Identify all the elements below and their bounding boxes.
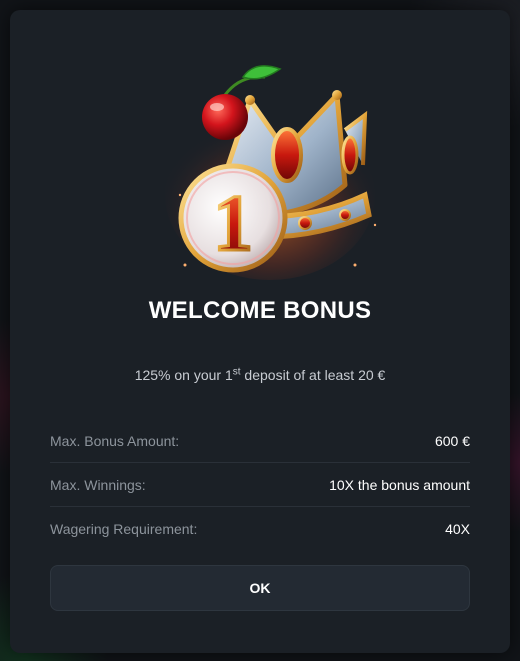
detail-label: Wagering Requirement: [50, 520, 198, 537]
bonus-illustration: 1 [155, 55, 385, 285]
bonus-details: Max. Bonus Amount: 600 € Max. Winnings: … [50, 419, 470, 550]
detail-row-max-bonus: Max. Bonus Amount: 600 € [50, 419, 470, 463]
coin-number: 1 [213, 180, 253, 268]
detail-value: 600 € [434, 432, 470, 449]
ok-button[interactable]: OK [50, 565, 470, 611]
welcome-bonus-modal: 1 WELCOME BONUS 125% on your 1st deposit… [10, 10, 510, 653]
crown-cherry-coin-icon: 1 [165, 65, 377, 280]
bonus-description-superscript: st [232, 366, 241, 378]
bonus-description: 125% on your 1st deposit of at least 20 … [10, 367, 510, 383]
detail-label: Max. Bonus Amount: [50, 432, 180, 449]
detail-value: 40X [445, 520, 470, 537]
bonus-description-prefix: 125% on your 1 [134, 367, 233, 383]
detail-value: 10X the bonus amount [329, 476, 470, 493]
detail-row-wagering: Wagering Requirement: 40X [50, 507, 470, 550]
coin-icon: 1 [178, 163, 288, 273]
detail-label: Max. Winnings: [50, 476, 146, 493]
bonus-description-suffix: deposit of at least 20 € [240, 367, 386, 383]
detail-row-max-winnings: Max. Winnings: 10X the bonus amount [50, 463, 470, 507]
modal-title: WELCOME BONUS [148, 297, 372, 324]
